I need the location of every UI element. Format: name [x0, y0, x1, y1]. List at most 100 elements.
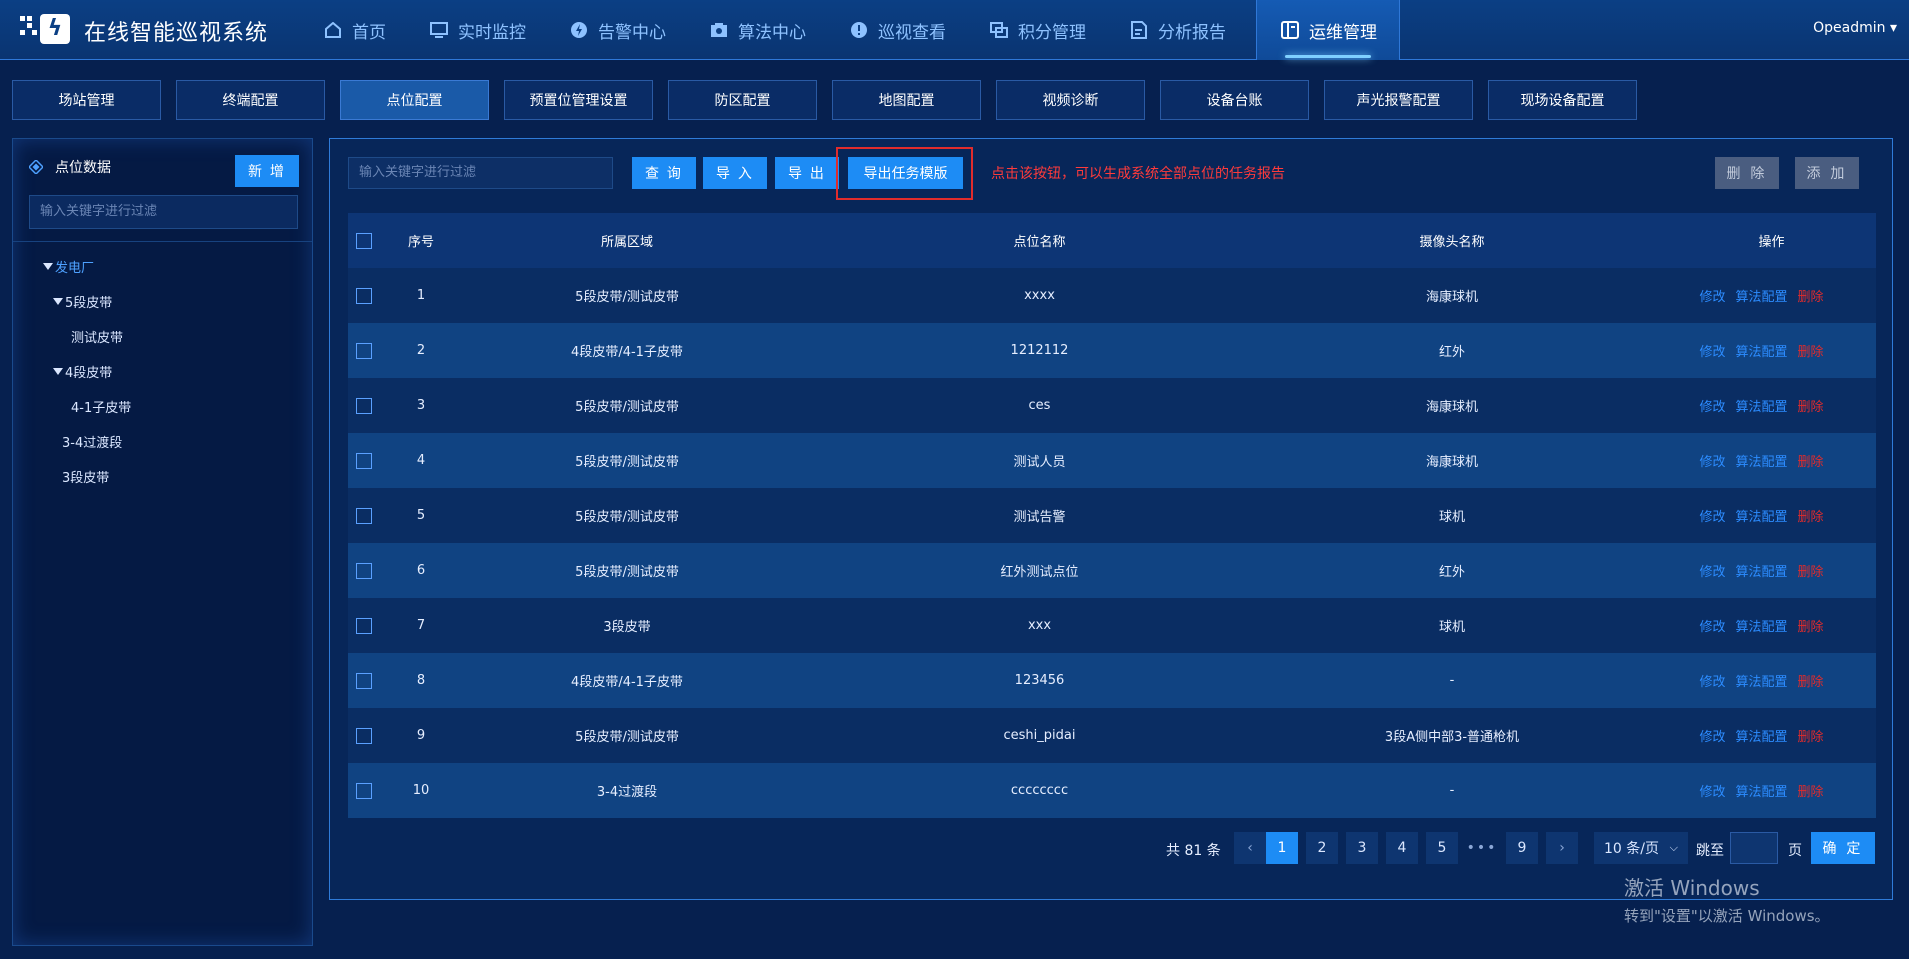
- subtab-alarm-config[interactable]: 声光报警配置: [1324, 80, 1473, 120]
- subtab-station[interactable]: 场站管理: [12, 80, 161, 120]
- edit-link[interactable]: 修改: [1699, 726, 1725, 745]
- subtab-device-ledger[interactable]: 设备台账: [1160, 80, 1309, 120]
- add-button[interactable]: 添 加: [1795, 157, 1859, 189]
- edit-link[interactable]: 修改: [1699, 561, 1725, 580]
- delete-link[interactable]: 删除: [1798, 726, 1824, 745]
- delete-link[interactable]: 删除: [1798, 396, 1824, 415]
- tree-filter-input[interactable]: 输入关键字进行过滤: [29, 195, 298, 229]
- subtab-zone[interactable]: 防区配置: [668, 80, 817, 120]
- cell-area: 5段皮带/测试皮带: [575, 400, 679, 415]
- tree-node-transition[interactable]: 3-4过渡段: [31, 424, 131, 459]
- algo-config-link[interactable]: 算法配置: [1735, 616, 1787, 635]
- cell-ops: 修改 算法配置 删除: [1617, 616, 1876, 635]
- algo-config-link[interactable]: 算法配置: [1735, 286, 1787, 305]
- delete-link[interactable]: 删除: [1798, 616, 1824, 635]
- algo-config-link[interactable]: 算法配置: [1735, 341, 1787, 360]
- nav-label: 积分管理: [1018, 22, 1086, 43]
- row-checkbox[interactable]: [356, 782, 372, 799]
- search-input[interactable]: 输入关键字进行过滤: [348, 157, 613, 189]
- edit-link[interactable]: 修改: [1699, 616, 1725, 635]
- next-page-button[interactable]: ›: [1546, 832, 1578, 864]
- row-checkbox[interactable]: [356, 727, 372, 744]
- row-checkbox[interactable]: [356, 342, 372, 359]
- query-button[interactable]: 查 询: [632, 157, 696, 189]
- nav-item-points[interactable]: 积分管理: [976, 0, 1098, 60]
- row-checkbox[interactable]: [356, 507, 372, 524]
- page-9-button[interactable]: 9: [1506, 832, 1538, 864]
- nav-item-inspect[interactable]: 巡视查看: [836, 0, 958, 60]
- delete-link[interactable]: 删除: [1798, 781, 1824, 800]
- algo-config-link[interactable]: 算法配置: [1735, 781, 1787, 800]
- tree-node-power-plant[interactable]: 发电厂: [31, 249, 131, 284]
- cell-camera: 海康球机: [1425, 455, 1478, 470]
- tree-node-belt4-1[interactable]: 4-1子皮带: [31, 389, 131, 424]
- edit-link[interactable]: 修改: [1699, 451, 1725, 470]
- page-ellipsis[interactable]: •••: [1466, 832, 1498, 864]
- algo-config-link[interactable]: 算法配置: [1735, 506, 1787, 525]
- delete-button[interactable]: 删 除: [1715, 157, 1779, 189]
- jump-page-input[interactable]: [1730, 832, 1778, 864]
- cell-area: 3-4过渡段: [596, 785, 658, 800]
- edit-link[interactable]: 修改: [1699, 506, 1725, 525]
- page-4-button[interactable]: 4: [1386, 832, 1418, 864]
- nav-item-algorithm[interactable]: 算法中心: [696, 0, 818, 60]
- tree-node-belt4[interactable]: 4段皮带: [31, 354, 131, 389]
- delete-link[interactable]: 删除: [1798, 451, 1824, 470]
- table-row: 7 3段皮带 xxx 球机 修改 算法配置 删除: [348, 598, 1876, 653]
- user-menu[interactable]: Opeadmin ▾: [1813, 20, 1897, 36]
- edit-link[interactable]: 修改: [1699, 671, 1725, 690]
- page-5-button[interactable]: 5: [1426, 832, 1458, 864]
- delete-link[interactable]: 删除: [1798, 341, 1824, 360]
- delete-link[interactable]: 删除: [1798, 506, 1824, 525]
- row-checkbox-cell: [348, 617, 380, 634]
- nav-item-report[interactable]: 分析报告: [1116, 0, 1238, 60]
- nav-item-home[interactable]: 首页: [310, 0, 398, 60]
- delete-link[interactable]: 删除: [1798, 561, 1824, 580]
- export-button[interactable]: 导 出: [775, 157, 839, 189]
- nav-item-ops[interactable]: 运维管理: [1256, 0, 1400, 60]
- page-2-button[interactable]: 2: [1306, 832, 1338, 864]
- edit-link[interactable]: 修改: [1699, 781, 1725, 800]
- cell-no: 10: [412, 783, 430, 798]
- row-checkbox[interactable]: [356, 287, 372, 304]
- col-header-no: 序号: [407, 235, 434, 250]
- subtab-point[interactable]: 点位配置: [340, 80, 489, 120]
- tree-node-label: 4-1子皮带: [71, 401, 132, 416]
- edit-link[interactable]: 修改: [1699, 396, 1725, 415]
- prev-page-button[interactable]: ‹: [1234, 832, 1266, 864]
- add-point-button[interactable]: 新 增: [235, 155, 299, 187]
- select-all-checkbox[interactable]: [356, 232, 372, 249]
- nav-item-alerts[interactable]: 告警中心: [556, 0, 678, 60]
- delete-link[interactable]: 删除: [1798, 286, 1824, 305]
- total-count: 共 81 条: [1166, 843, 1221, 859]
- subtab-terminal[interactable]: 终端配置: [176, 80, 325, 120]
- page-1-button[interactable]: 1: [1266, 832, 1298, 864]
- row-checkbox[interactable]: [356, 672, 372, 689]
- import-button[interactable]: 导 入: [703, 157, 767, 189]
- tree-node-test-belt[interactable]: 测试皮带: [31, 319, 131, 354]
- page-3-button[interactable]: 3: [1346, 832, 1378, 864]
- subtab-map[interactable]: 地图配置: [832, 80, 981, 120]
- edit-link[interactable]: 修改: [1699, 286, 1725, 305]
- tree-node-belt5[interactable]: 5段皮带: [31, 284, 131, 319]
- algo-config-link[interactable]: 算法配置: [1735, 396, 1787, 415]
- edit-link[interactable]: 修改: [1699, 341, 1725, 360]
- algo-config-link[interactable]: 算法配置: [1735, 671, 1787, 690]
- algo-config-link[interactable]: 算法配置: [1735, 451, 1787, 470]
- cell-ops: 修改 算法配置 删除: [1617, 341, 1876, 360]
- tree-node-belt3[interactable]: 3段皮带: [31, 459, 131, 494]
- delete-link[interactable]: 删除: [1798, 671, 1824, 690]
- confirm-jump-button[interactable]: 确 定: [1811, 832, 1875, 864]
- subtab-video-diagnosis[interactable]: 视频诊断: [996, 80, 1145, 120]
- row-checkbox[interactable]: [356, 562, 372, 579]
- page-size-select[interactable]: 10 条/页 ⌵: [1594, 832, 1688, 864]
- subtab-preset[interactable]: 预置位管理设置: [504, 80, 653, 120]
- cell-camera: -: [1449, 673, 1455, 688]
- row-checkbox[interactable]: [356, 617, 372, 634]
- row-checkbox[interactable]: [356, 452, 372, 469]
- algo-config-link[interactable]: 算法配置: [1735, 726, 1787, 745]
- algo-config-link[interactable]: 算法配置: [1735, 561, 1787, 580]
- subtab-field-device[interactable]: 现场设备配置: [1488, 80, 1637, 120]
- nav-item-monitor[interactable]: 实时监控: [416, 0, 538, 60]
- row-checkbox[interactable]: [356, 397, 372, 414]
